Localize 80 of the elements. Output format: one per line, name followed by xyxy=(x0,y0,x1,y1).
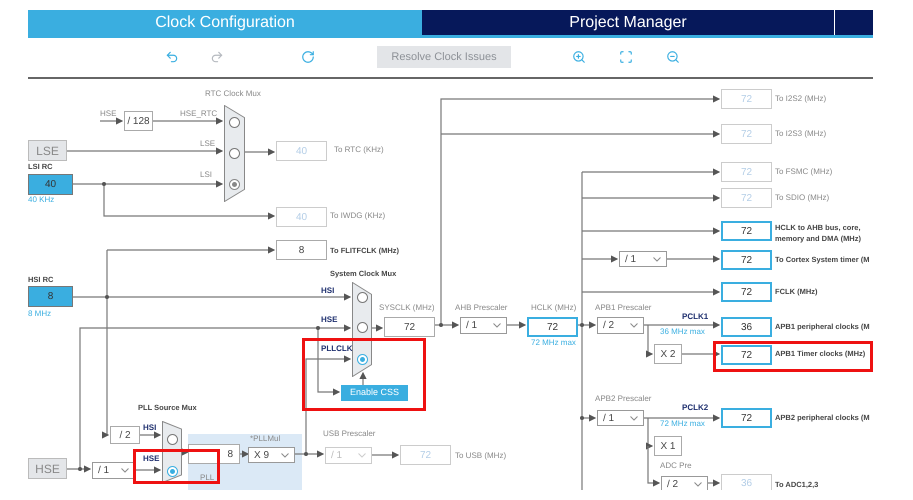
diagram-label: HSI xyxy=(143,423,156,433)
frequency-field[interactable]: 72 xyxy=(527,317,578,337)
frequency-field[interactable]: 36 xyxy=(721,317,772,337)
diagram-label: To USB (MHz) xyxy=(455,451,506,461)
oscillator-box: LSE xyxy=(28,140,67,161)
oscillator-box[interactable]: 40 xyxy=(28,174,73,195)
value-box: 8 xyxy=(276,240,327,260)
frequency-field: 36 xyxy=(721,474,772,490)
value-box: X 1 xyxy=(654,436,682,456)
oscillator-box[interactable]: 8 xyxy=(28,286,73,307)
chevron-down-icon xyxy=(694,482,702,486)
tab-bar-end xyxy=(835,10,873,35)
diagram-label: To FSMC (MHz) xyxy=(775,167,832,177)
diagram-label: PLLCLK xyxy=(321,344,353,354)
diagram-label: To I2S2 (MHz) xyxy=(775,94,826,104)
diagram-label: SYSCLK (MHz) xyxy=(379,303,435,313)
diagram-label: USB Prescaler xyxy=(323,429,376,439)
diagram-label: To RTC (KHz) xyxy=(334,145,384,155)
diagram-label: HSE_RTC xyxy=(180,109,218,119)
oscillator-box: HSE xyxy=(28,458,67,479)
chevron-down-icon xyxy=(281,452,289,458)
frequency-field[interactable]: 72 xyxy=(721,250,772,270)
chevron-down-icon xyxy=(653,256,661,262)
diagram-label: 8 MHz xyxy=(28,309,52,319)
chevron-down-icon xyxy=(121,468,129,473)
value-box: / 2 xyxy=(110,426,140,444)
frequency-field: 40 xyxy=(276,207,327,227)
frequency-field: 72 xyxy=(400,445,451,465)
diagram-label: HSE xyxy=(143,454,160,464)
frequency-field: 72 xyxy=(721,162,772,182)
frequency-field[interactable]: 72 xyxy=(721,408,772,428)
frequency-field[interactable]: 72 xyxy=(721,221,772,241)
diagram-label: HSE xyxy=(100,109,116,119)
diagram-label: 40 KHz xyxy=(28,195,54,205)
diagram-label: PLL xyxy=(200,473,214,483)
chevron-down-icon xyxy=(630,323,638,328)
prescaler-dropdown[interactable]: / 1 xyxy=(92,462,135,479)
diagram-label: PCLK2 xyxy=(682,403,708,413)
fit-screen-icon[interactable] xyxy=(619,50,633,64)
diagram-label: HCLK (MHz) xyxy=(531,303,576,313)
diagram-label: 72 MHz max xyxy=(660,419,705,429)
diagram-label: LSE xyxy=(200,139,216,149)
frequency-field[interactable]: 72 xyxy=(721,282,772,302)
tab[interactable]: Project Manager xyxy=(422,10,835,35)
prescaler-dropdown[interactable]: / 2 xyxy=(597,317,644,334)
prescaler-dropdown[interactable]: X 9 xyxy=(248,447,295,463)
frequency-field: 40 xyxy=(276,141,327,161)
diagram-label: To I2S3 (MHz) xyxy=(775,129,826,139)
diagram-label: 72 MHz max xyxy=(531,338,576,348)
prescaler-dropdown[interactable]: / 1 xyxy=(597,410,644,426)
refresh-icon[interactable] xyxy=(301,50,315,64)
diagram-label: HSE xyxy=(321,315,338,325)
diagram-label: APB1 Prescaler xyxy=(595,303,652,313)
frequency-field[interactable]: 72 xyxy=(721,345,772,365)
chevron-down-icon xyxy=(493,323,501,328)
diagram-label: HSI xyxy=(321,286,334,296)
prescaler-dropdown[interactable]: / 1 xyxy=(460,317,507,334)
diagram-label: *PLLMul xyxy=(250,434,280,444)
chevron-down-icon xyxy=(358,453,366,458)
frequency-field: 72 xyxy=(721,188,772,208)
diagram-label: RTC Clock Mux xyxy=(205,89,261,99)
diagram-label: ADC Pre xyxy=(660,461,692,471)
diagram-label: PCLK1 xyxy=(682,312,708,322)
prescaler-dropdown[interactable]: / 2 xyxy=(661,476,708,490)
undo-icon[interactable] xyxy=(165,50,179,64)
diagram-label: 36 MHz max xyxy=(660,327,705,337)
value-box: 72 xyxy=(384,317,435,337)
diagram-label: AHB Prescaler xyxy=(455,303,508,313)
diagram-label: To IWDG (KHz) xyxy=(330,211,386,221)
zoom-in-icon[interactable] xyxy=(572,50,586,64)
prescaler-dropdown[interactable]: / 1 xyxy=(619,251,667,267)
diagram-label: To SDIO (MHz) xyxy=(775,193,830,203)
zoom-out-icon[interactable] xyxy=(666,50,680,64)
value-box: X 2 xyxy=(654,344,682,364)
frequency-field: 72 xyxy=(721,124,772,144)
diagram-label: APB2 Prescaler xyxy=(595,394,652,404)
value-box: / 128 xyxy=(124,111,153,131)
frequency-field: 72 xyxy=(721,89,772,109)
diagram-label: LSI xyxy=(200,170,212,180)
chevron-down-icon xyxy=(630,416,638,420)
